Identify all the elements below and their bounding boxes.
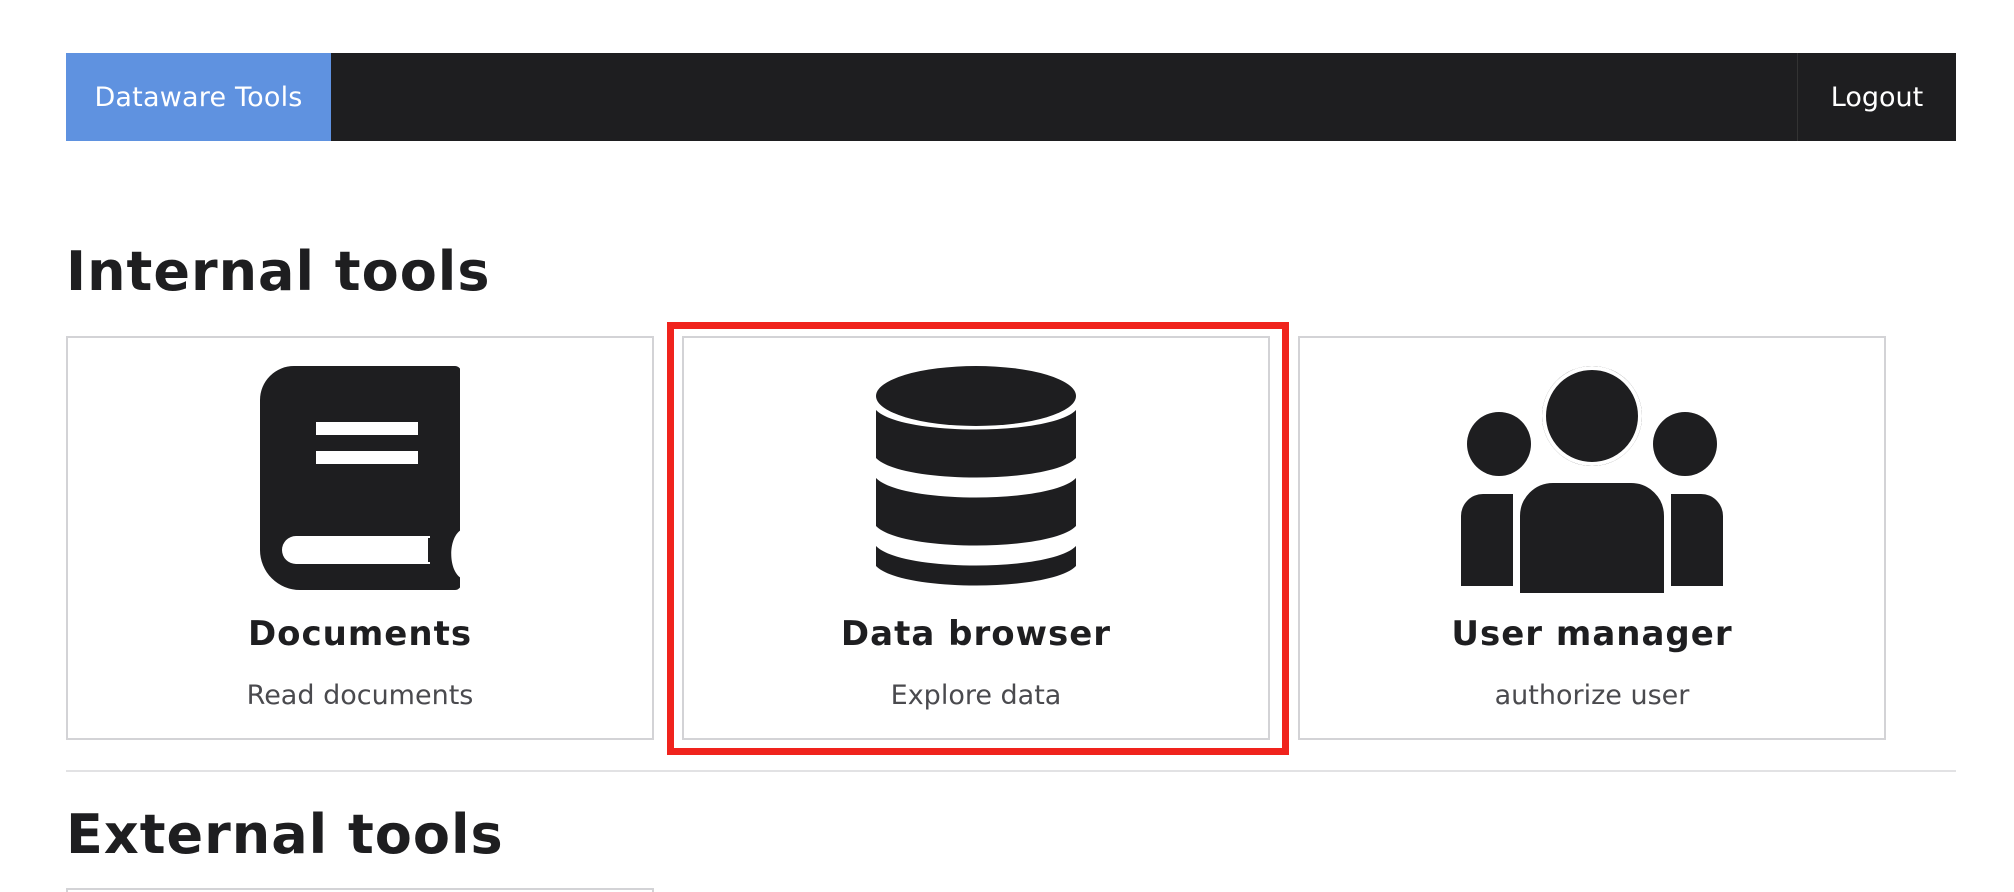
users-icon (1300, 366, 1884, 596)
user-manager-card-description: authorize user (1494, 680, 1690, 711)
documents-card-title: Documents (247, 614, 473, 654)
external-tools-heading: External tools (66, 803, 504, 866)
navbar-spacer (331, 53, 1797, 141)
documents-card[interactable]: Documents Read documents (66, 336, 654, 740)
data-browser-card-title: Data browser (840, 614, 1112, 654)
user-manager-card[interactable]: User manager authorize user (1298, 336, 1886, 740)
user-manager-card-title: User manager (1451, 614, 1733, 654)
section-divider (66, 770, 1956, 772)
data-browser-card[interactable]: Data browser Explore data (682, 336, 1270, 740)
documents-card-description: Read documents (246, 680, 474, 711)
external-card-partial[interactable] (66, 888, 654, 892)
book-icon (68, 366, 652, 596)
internal-tools-heading: Internal tools (66, 240, 491, 303)
brand-link[interactable]: Dataware Tools (66, 53, 331, 141)
logout-link[interactable]: Logout (1797, 53, 1956, 141)
data-browser-card-description: Explore data (890, 680, 1062, 711)
database-icon (684, 366, 1268, 596)
top-navbar: Dataware Tools Logout (66, 53, 1956, 141)
